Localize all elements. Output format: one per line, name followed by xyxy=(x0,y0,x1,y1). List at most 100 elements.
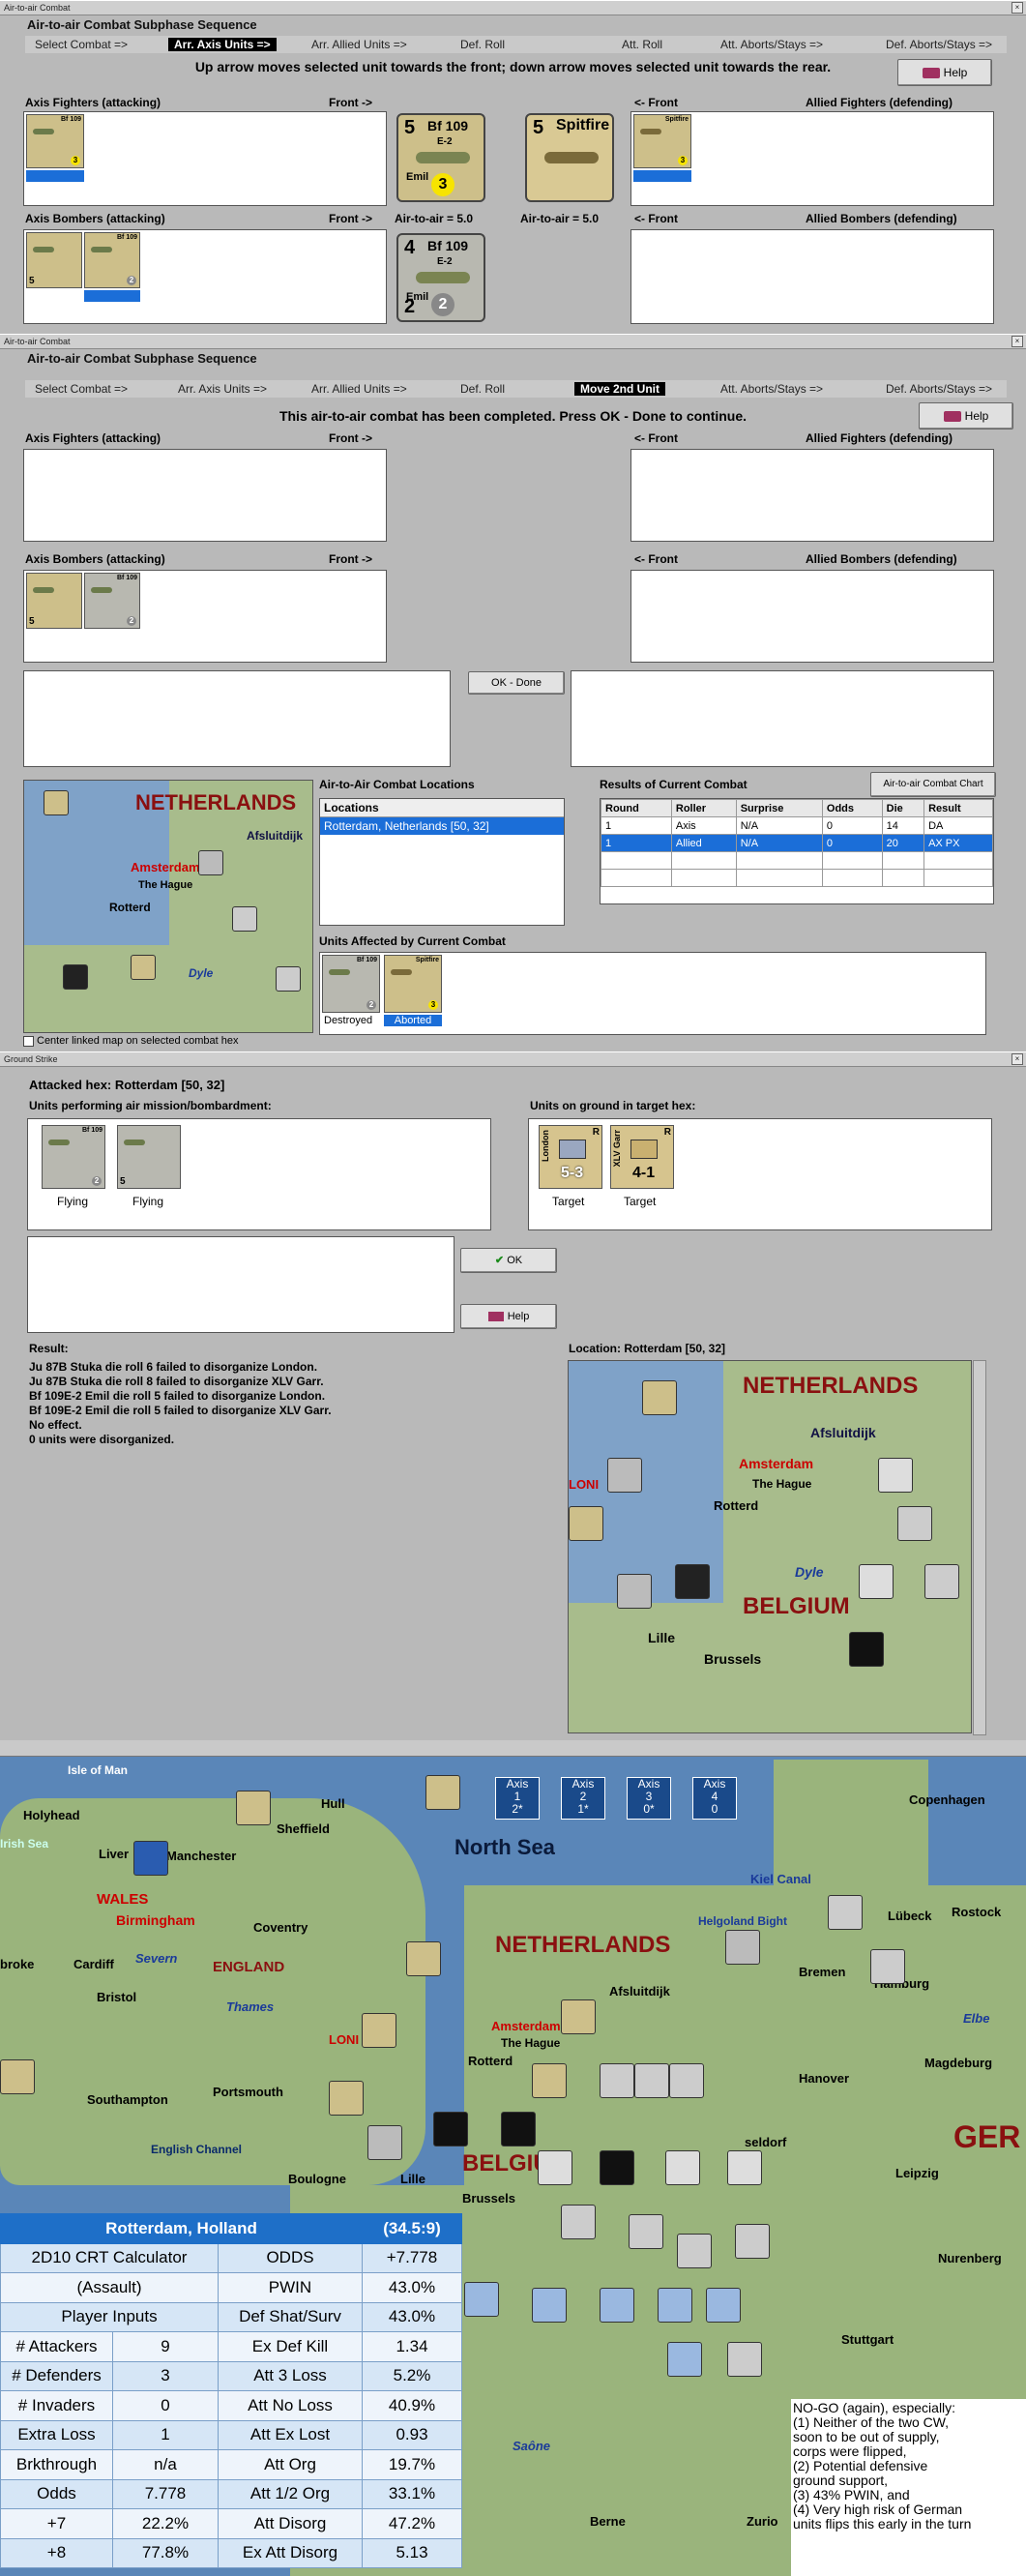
close-icon[interactable]: × xyxy=(1011,2,1023,14)
spitfire-aborted-counter[interactable]: Spitfire 3 xyxy=(384,955,442,1013)
air-units-panel[interactable]: Bf 109 2 Flying 5 Flying xyxy=(27,1118,491,1230)
big-bf109-counter[interactable]: 5 Bf 109 E-2 Emil 3 xyxy=(396,113,485,202)
map-counter[interactable] xyxy=(828,1895,863,1930)
map-counter[interactable] xyxy=(501,2112,536,2147)
close-icon[interactable]: × xyxy=(1011,1053,1023,1065)
map-counter[interactable] xyxy=(406,1941,441,1976)
allied-bombers-panel[interactable] xyxy=(630,570,994,663)
map-counter[interactable] xyxy=(658,2288,692,2323)
map-counter[interactable] xyxy=(0,2059,35,2094)
help-button[interactable]: Help xyxy=(919,402,1013,429)
bf109-destroyed-counter[interactable]: Bf 109 2 xyxy=(322,955,380,1013)
ju87-counter[interactable]: 5 xyxy=(26,573,82,629)
map-counter[interactable] xyxy=(561,1999,596,2034)
center-map-checkbox[interactable] xyxy=(23,1035,34,1047)
map-scrollbar[interactable] xyxy=(973,1360,986,1735)
bf109-bomber-counter[interactable]: Bf 109 2 xyxy=(84,232,140,288)
close-icon[interactable]: × xyxy=(1011,336,1023,347)
strike-map[interactable]: NETHERLANDS Afsluitdijk Amsterdam The Ha… xyxy=(568,1360,972,1733)
map-counter[interactable] xyxy=(924,1564,959,1599)
map-counter[interactable] xyxy=(878,1458,913,1493)
map-counter[interactable] xyxy=(725,1930,760,1965)
ok-button[interactable]: ✔ OK xyxy=(460,1248,557,1273)
map-counter[interactable] xyxy=(600,2150,634,2185)
help-button[interactable]: Help xyxy=(897,59,992,86)
allied-fighters-panel[interactable]: Spitfire 3 xyxy=(630,111,994,206)
crt-cell[interactable]: 3 xyxy=(112,2360,219,2391)
map-counter[interactable] xyxy=(607,1458,642,1493)
a2a-chart-button[interactable]: Air-to-air Combat Chart xyxy=(870,772,996,797)
map-counter[interactable] xyxy=(133,1841,168,1876)
map-counter[interactable] xyxy=(617,1574,652,1609)
map-counter[interactable] xyxy=(859,1564,894,1599)
map-counter[interactable] xyxy=(727,2150,762,2185)
map-counter[interactable] xyxy=(276,966,301,992)
axis-bombers-panel[interactable]: 5 Bf 109 2 xyxy=(23,229,387,324)
allied-bombers-panel[interactable] xyxy=(630,229,994,324)
map-counter[interactable] xyxy=(425,1775,460,1810)
map-counter[interactable] xyxy=(669,2063,704,2098)
map-counter[interactable] xyxy=(600,2288,634,2323)
map-counter[interactable] xyxy=(532,2063,567,2098)
map-counter[interactable] xyxy=(198,850,223,875)
axis-fighters-panel[interactable]: Bf 109 3 xyxy=(23,111,387,206)
axis-box[interactable]: Axis 4 0 xyxy=(692,1777,737,1820)
map-counter[interactable] xyxy=(232,906,257,932)
crt-cell[interactable]: n/a xyxy=(112,2449,219,2480)
london-unit-counter[interactable]: R London 5-3 xyxy=(539,1125,602,1189)
map-counter[interactable] xyxy=(634,2063,669,2098)
axis-box[interactable]: Axis 2 1* xyxy=(561,1777,605,1820)
map-counter[interactable] xyxy=(433,2112,468,2147)
table-row[interactable]: 1 Axis N/A 0 14 DA xyxy=(601,816,993,835)
map-counter[interactable] xyxy=(849,1632,884,1667)
map-counter[interactable] xyxy=(706,2288,741,2323)
map-counter[interactable] xyxy=(665,2150,700,2185)
map-counter[interactable] xyxy=(131,955,156,980)
map-counter[interactable] xyxy=(63,964,88,990)
ground-units-panel[interactable]: R London 5-3 Target R XLV Garr 4-1 Targe… xyxy=(528,1118,992,1230)
center-map-row[interactable]: Center linked map on selected combat hex xyxy=(23,1035,239,1047)
map-counter[interactable] xyxy=(897,1506,932,1541)
ju87-flying-counter[interactable]: 5 xyxy=(117,1125,181,1189)
spitfire-counter[interactable]: Spitfire 3 xyxy=(633,114,691,168)
big-bf109-bomber-counter[interactable]: 4 Bf 109 E-2 Emil 2 2 xyxy=(396,233,485,322)
table-row-selected[interactable]: 1 Allied N/A 0 20 AX PX xyxy=(601,834,993,852)
map-counter[interactable] xyxy=(362,2013,396,2048)
mini-map[interactable]: NETHERLANDS Amsterdam The Hague Rotterd … xyxy=(23,780,313,1033)
bf109-counter[interactable]: Bf 109 3 xyxy=(26,114,84,168)
help-button[interactable]: Help xyxy=(460,1304,557,1329)
crt-cell[interactable]: 0 xyxy=(112,2390,219,2421)
map-counter[interactable] xyxy=(727,2342,762,2377)
map-counter[interactable] xyxy=(532,2288,567,2323)
ok-done-button[interactable]: OK - Done xyxy=(468,671,565,695)
map-counter[interactable] xyxy=(735,2224,770,2259)
map-counter[interactable] xyxy=(675,1564,710,1599)
map-counter[interactable] xyxy=(236,1791,271,1825)
map-counter[interactable] xyxy=(870,1949,905,1984)
map-counter[interactable] xyxy=(667,2342,702,2377)
map-counter[interactable] xyxy=(629,2214,663,2249)
map-counter[interactable] xyxy=(600,2063,634,2098)
bf109-counter[interactable]: Bf 109 2 xyxy=(84,573,140,629)
map-counter[interactable] xyxy=(569,1506,603,1541)
map-counter[interactable] xyxy=(642,1380,677,1415)
axis-box[interactable]: Axis 1 2* xyxy=(495,1777,540,1820)
crt-cell[interactable]: 9 xyxy=(112,2331,219,2362)
locations-list[interactable]: Locations Rotterdam, Netherlands [50, 32… xyxy=(319,798,565,926)
map-counter[interactable] xyxy=(367,2125,402,2160)
big-spitfire-counter[interactable]: 5 Spitfire xyxy=(525,113,614,202)
axis-fighters-panel[interactable] xyxy=(23,449,387,542)
map-counter[interactable] xyxy=(538,2150,572,2185)
map-counter[interactable] xyxy=(677,2234,712,2268)
bf109-flying-counter[interactable]: Bf 109 2 xyxy=(42,1125,105,1189)
map-counter[interactable] xyxy=(329,2081,364,2116)
axis-bombers-panel[interactable]: 5 Bf 109 2 xyxy=(23,570,387,663)
garr-unit-counter[interactable]: R XLV Garr 4-1 xyxy=(610,1125,674,1189)
map-counter[interactable] xyxy=(44,790,69,815)
crt-cell[interactable]: 1 xyxy=(112,2419,219,2450)
allied-fighters-panel[interactable] xyxy=(630,449,994,542)
map-counter[interactable] xyxy=(561,2205,596,2239)
map-counter[interactable] xyxy=(464,2282,499,2317)
location-row-selected[interactable]: Rotterdam, Netherlands [50, 32] xyxy=(320,817,564,835)
ju87-counter[interactable]: 5 xyxy=(26,232,82,288)
